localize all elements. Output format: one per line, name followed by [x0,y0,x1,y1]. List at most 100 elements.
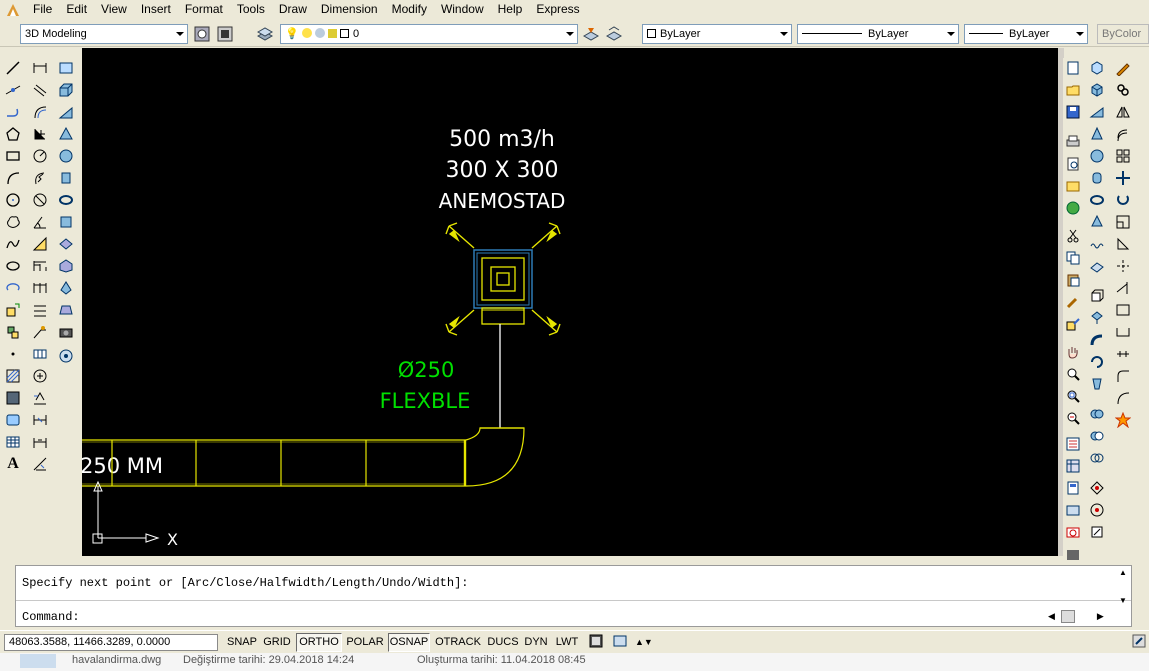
command-prompt[interactable]: Command: [22,610,80,624]
walk-icon[interactable] [56,346,76,366]
layer-previous-icon[interactable] [605,25,623,43]
new-icon[interactable] [1063,58,1083,78]
publish-icon[interactable] [1063,176,1083,196]
3d-cone-icon[interactable] [1087,124,1107,144]
rectangle-icon[interactable] [3,146,23,166]
menu-draw[interactable]: Draw [272,0,314,19]
pyramid-icon[interactable] [56,212,76,232]
workspace-save-icon[interactable] [216,25,234,43]
3d-wedge-icon[interactable] [1087,102,1107,122]
scroll-right-icon[interactable]: ▶ [1097,611,1104,622]
torus-icon[interactable] [56,190,76,210]
intersect-icon[interactable] [1087,448,1107,468]
move-icon[interactable] [1113,168,1133,188]
multiline-text-icon[interactable]: A [3,454,23,474]
cut-icon[interactable] [1063,226,1083,246]
angular-dimension-icon[interactable] [30,212,50,232]
cylinder-icon[interactable] [56,168,76,188]
drawing-canvas[interactable]: 500 m3/h 300 X 300 ANEMOSTAD Ø250 FLEXBL… [82,48,1058,556]
quick-leader-icon[interactable] [30,322,50,342]
menu-file[interactable]: File [26,0,59,19]
scroll-down-icon[interactable]: ▼ [1117,596,1129,606]
menu-insert[interactable]: Insert [134,0,178,19]
subtract-icon[interactable] [1087,426,1107,446]
tolerance-icon[interactable] [30,344,50,364]
dimension-text-edit-icon[interactable] [30,432,50,452]
menu-window[interactable]: Window [434,0,491,19]
menu-edit[interactable]: Edit [59,0,94,19]
workspace-select[interactable]: 3D Modeling [20,24,188,44]
dimension-edit-icon[interactable] [30,410,50,430]
3d-cylinder-icon[interactable] [1087,168,1107,188]
ordinate-dimension-icon[interactable] [30,124,50,144]
properties-icon[interactable] [1063,434,1083,454]
command-window[interactable]: Specify next point or [Arc/Close/Halfwid… [15,565,1132,627]
ellipse-icon[interactable] [3,256,23,276]
command-scrollbar[interactable]: ▲ ▼ [1117,568,1129,626]
polysolid-icon[interactable] [56,58,76,78]
calculator-icon[interactable] [1063,544,1083,564]
plot-preview-icon[interactable] [1063,154,1083,174]
print-icon[interactable] [1063,132,1083,152]
3d-pyramid-icon[interactable] [1087,212,1107,232]
polyline-icon[interactable] [3,102,23,122]
construction-line-icon[interactable] [3,80,23,100]
wedge-icon[interactable] [56,102,76,122]
diameter-dimension-icon[interactable] [30,190,50,210]
union-icon[interactable] [1087,404,1107,424]
fillet-icon[interactable] [1113,366,1133,386]
sphere-icon[interactable] [56,146,76,166]
revolve-icon[interactable] [56,300,76,320]
grid-toggle[interactable]: GRID [260,633,294,652]
paste-icon[interactable] [1063,270,1083,290]
menu-view[interactable]: View [94,0,134,19]
gradient-icon[interactable] [3,388,23,408]
block-editor-icon[interactable] [1063,314,1083,334]
status-menu-icon[interactable]: ▲▼ [634,633,653,652]
otrack-toggle[interactable]: OTRACK [432,633,484,652]
extrude-icon[interactable] [56,234,76,254]
clean-screen-icon[interactable] [1130,633,1148,652]
3d-torus-icon[interactable] [1087,190,1107,210]
make-current-layer-icon[interactable] [582,25,600,43]
menu-help[interactable]: Help [491,0,530,19]
camera-icon[interactable] [56,322,76,342]
free-orbit-icon[interactable] [1087,500,1107,520]
drawing-area[interactable]: 500 m3/h 300 X 300 ANEMOSTAD Ø250 FLEXBL… [82,48,1058,556]
scale-icon[interactable] [1113,212,1133,232]
insert-block-icon[interactable] [3,300,23,320]
linetype-select[interactable]: ByLayer [797,24,959,44]
baseline-dimension-icon[interactable] [30,256,50,276]
sheet-set-icon[interactable] [1063,500,1083,520]
trim-icon[interactable] [1113,256,1133,276]
cone-icon[interactable] [56,124,76,144]
mirror-icon[interactable] [1113,102,1133,122]
lwt-toggle[interactable]: LWT [552,633,582,652]
zoom-previous-icon[interactable] [1063,408,1083,428]
3d-sphere-icon[interactable] [1087,146,1107,166]
command-hscroll[interactable]: ◀ ▶ [1048,608,1112,624]
box-icon[interactable] [56,80,76,100]
dyn-toggle[interactable]: DYN [522,633,550,652]
offset-icon[interactable] [1113,124,1133,144]
menu-modify[interactable]: Modify [385,0,434,19]
snap-toggle[interactable]: SNAP [225,633,259,652]
arc-length-icon[interactable] [30,102,50,122]
make-block-icon[interactable] [3,322,23,342]
3d-revolve-icon[interactable] [1087,352,1107,372]
app-icon[interactable] [0,0,26,19]
break-icon[interactable] [1113,300,1133,320]
center-mark-icon[interactable] [30,366,50,386]
menu-dimension[interactable]: Dimension [314,0,385,19]
line-icon[interactable] [3,58,23,78]
polygon-icon[interactable] [3,124,23,144]
layout-icon[interactable] [610,633,630,652]
jogged-dimension-icon[interactable] [30,168,50,188]
3d-helix-icon[interactable] [1087,234,1107,254]
array-icon[interactable] [1113,146,1133,166]
markup-icon[interactable] [1063,522,1083,542]
ducs-toggle[interactable]: DUCS [485,633,521,652]
zoom-window-icon[interactable] [1063,386,1083,406]
sweep-icon[interactable] [56,278,76,298]
3d-loft-icon[interactable] [1087,374,1107,394]
